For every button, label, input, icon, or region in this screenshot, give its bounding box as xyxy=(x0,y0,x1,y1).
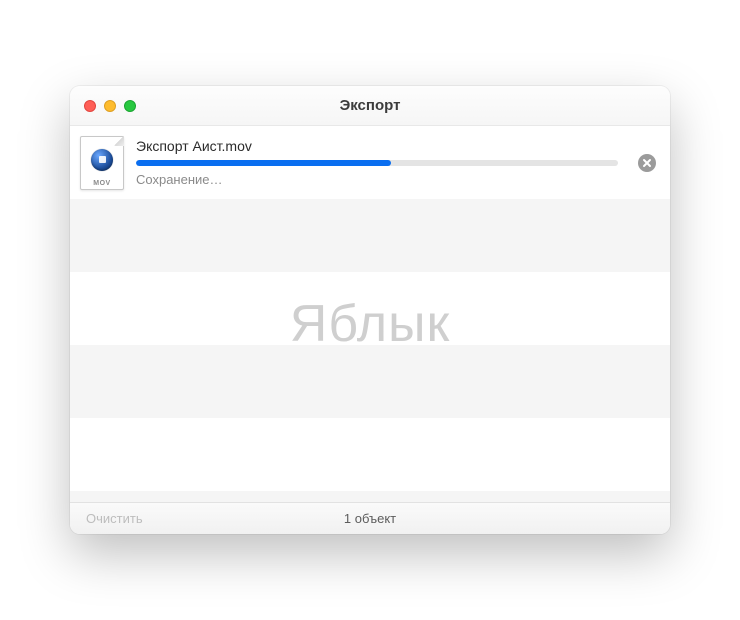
quicktime-icon xyxy=(91,149,113,171)
progress-fill xyxy=(136,160,391,166)
file-ext-label: MOV xyxy=(80,180,124,187)
item-count-label: 1 объект xyxy=(70,511,670,526)
window-title: Экспорт xyxy=(70,97,670,114)
export-item: MOV Экспорт Аист.mov Сохранение… xyxy=(70,126,670,199)
traffic-lights xyxy=(70,100,136,112)
minimize-window-button[interactable] xyxy=(104,100,116,112)
zoom-window-button[interactable] xyxy=(124,100,136,112)
item-body: Экспорт Аист.mov Сохранение… xyxy=(136,138,618,187)
clear-button[interactable]: Очистить xyxy=(80,509,149,528)
content-area: MOV Экспорт Аист.mov Сохранение… Яблык xyxy=(70,126,670,502)
progress-bar xyxy=(136,160,618,166)
close-icon xyxy=(642,158,652,168)
footer: Очистить 1 объект xyxy=(70,502,670,534)
export-window: Экспорт MOV Экспорт Аист.mov Сохра xyxy=(70,86,670,534)
filename-label: Экспорт Аист.mov xyxy=(136,138,618,154)
mov-file-icon: MOV xyxy=(80,136,124,190)
titlebar: Экспорт xyxy=(70,86,670,126)
close-window-button[interactable] xyxy=(84,100,96,112)
status-label: Сохранение… xyxy=(136,172,618,187)
cancel-export-button[interactable] xyxy=(638,154,656,172)
